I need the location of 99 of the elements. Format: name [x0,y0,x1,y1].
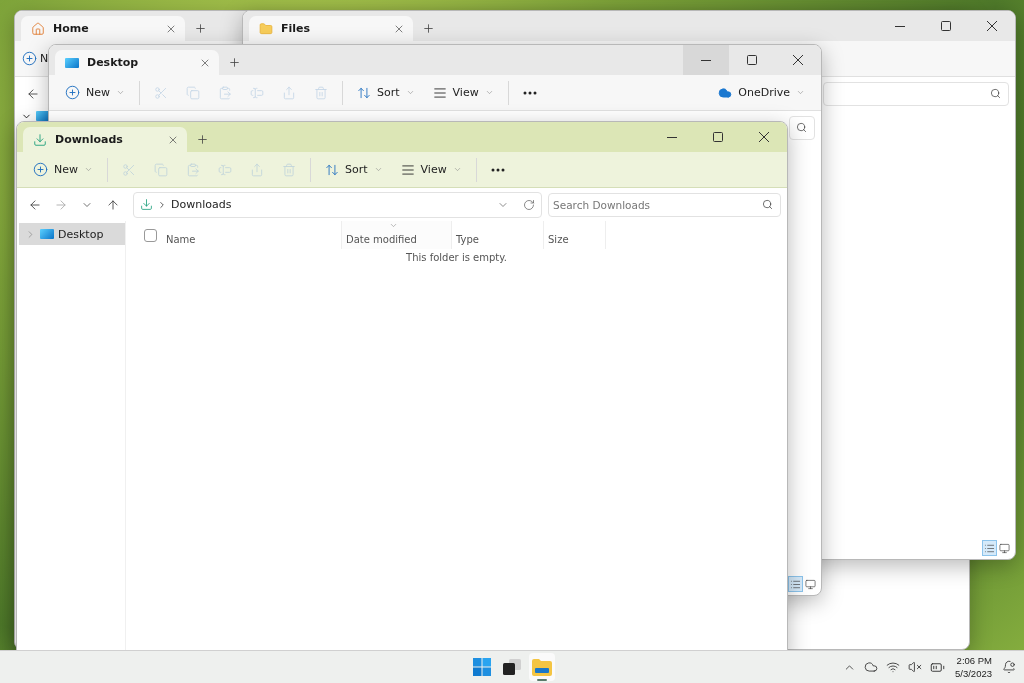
windows-logo-icon [473,658,491,676]
rename-icon [250,85,264,100]
clipboard-icon [186,162,200,177]
plus-icon [195,132,209,146]
caret-icon [373,165,383,174]
up-arrow-icon [106,197,120,212]
close-icon [987,21,997,31]
sort-caret-icon [389,221,398,230]
caret-icon [116,88,125,97]
view-button[interactable]: View [424,78,502,107]
bell-icon [1002,660,1016,674]
rename-icon [218,162,232,177]
explorer-button[interactable] [529,653,555,681]
caret-icon [452,165,462,174]
search-field[interactable] [823,81,1009,106]
plus-icon [421,21,435,35]
new-button[interactable]: New [57,78,133,107]
house-icon [31,21,45,36]
sort-button[interactable]: Sort [349,78,423,107]
sort-button[interactable]: Sort [317,155,391,184]
sort-icon [357,85,371,100]
empty-folder-message: This folder is empty. [405,252,508,263]
monitor-icon [999,542,1010,554]
list-icon [790,578,801,590]
new-button[interactable]: N [19,44,52,73]
tab[interactable]: Downloads [23,127,187,152]
details-view-button[interactable] [788,576,803,592]
folder-icon [259,21,273,36]
share-icon [250,162,264,177]
minimize-icon [895,25,905,27]
cloud-icon [718,85,733,100]
scissors-icon [122,162,136,177]
clipboard-icon [218,85,232,100]
lines-icon [400,162,415,177]
search-field[interactable] [789,115,815,140]
caret-icon [796,88,805,97]
desktop-icon [40,229,54,239]
plus-icon [227,55,241,69]
download-icon [140,198,153,211]
address-bar[interactable]: Downloads [133,191,542,218]
tab[interactable]: Desktop [55,50,219,75]
search-icon [762,198,773,210]
more-icon [522,90,537,95]
minimize-icon [701,59,711,61]
tab-label: Home [53,22,90,35]
trash-icon [314,85,328,100]
monitor-icon [805,578,816,590]
maximize-icon [941,21,951,31]
wifi-button[interactable] [884,660,902,674]
plus-icon [193,21,207,35]
wifi-icon [886,660,900,674]
caret-icon [484,88,494,97]
tree-item[interactable]: Desktop [19,223,125,245]
select-all-checkbox[interactable] [144,228,157,242]
breadcrumb-item[interactable]: Downloads [171,198,493,211]
minimize-icon [667,136,677,138]
new-button[interactable]: New [25,155,101,184]
tab[interactable]: Home [21,16,185,41]
view-button[interactable]: View [392,155,470,184]
notifications-button[interactable] [1000,660,1018,674]
plus-circle-icon [65,85,80,100]
search-icon [990,87,1001,99]
plus-circle-icon [33,162,48,177]
tab-label: Desktop [87,56,140,69]
onedrive-button[interactable]: OneDrive [710,78,813,107]
details-view-button[interactable] [982,540,997,556]
cloud-icon [864,660,878,674]
volume-muted-icon [908,660,922,674]
copy-icon [186,85,200,100]
column-header[interactable]: Type [452,221,544,249]
close-icon [759,132,769,142]
scissors-icon [154,85,168,100]
refresh-icon [523,198,535,211]
clock[interactable]: 2:06 PM 5/3/2023 [951,654,996,680]
desktop-icon [65,57,79,68]
task-view-icon [503,659,521,675]
download-icon [33,132,47,147]
search-icon [796,121,807,133]
trash-icon [282,162,296,177]
share-icon [282,85,296,100]
maximize-icon [713,132,723,142]
search-field[interactable]: Search Downloads [548,192,781,217]
lines-icon [432,85,447,100]
chevron-right-icon [157,199,167,210]
tab-label: Files [281,22,312,35]
copy-icon [154,162,168,177]
close-icon [793,55,803,65]
tab-label: Downloads [55,133,124,146]
onedrive-button[interactable] [862,660,880,674]
volume-muted-button[interactable] [906,660,924,674]
sort-icon [325,162,339,177]
caret-icon [84,165,93,174]
folder-icon [532,658,552,676]
tab[interactable]: Files [249,16,413,41]
list-icon [984,542,995,554]
caret-icon [405,88,415,97]
plus-circle-icon [22,51,37,66]
maximize-icon [747,55,757,65]
more-icon [490,167,505,172]
